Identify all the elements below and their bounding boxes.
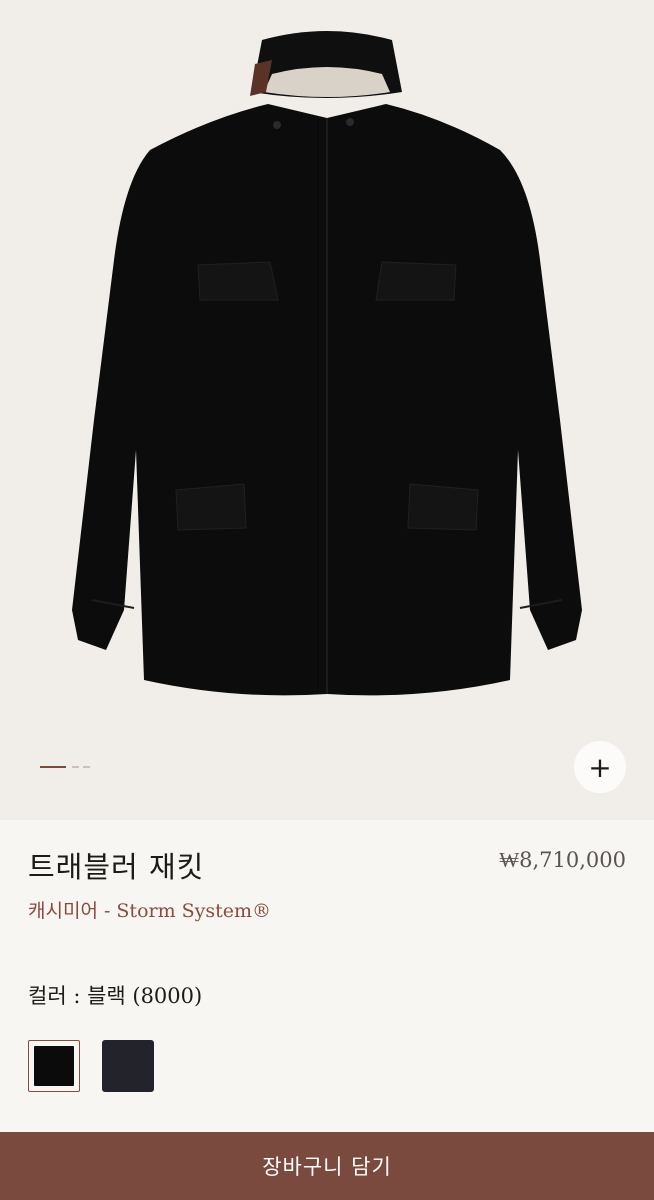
pager-dot[interactable] [72,766,79,768]
product-title: 트래블러 재킷 [28,850,205,884]
add-to-cart-button[interactable]: 장바구니 담기 [0,1132,654,1200]
swatch-chip-black [34,1046,74,1086]
swatch-chip-navy [102,1040,154,1092]
add-to-cart-label: 장바구니 담기 [262,1155,392,1179]
pager-dot[interactable] [83,766,90,768]
product-price: ₩8,710,000 [499,848,626,872]
swatch-navy[interactable] [102,1040,154,1092]
product-image[interactable] [0,0,654,820]
color-label: 컬러 : 블랙 (8000) [28,984,203,1008]
product-material: 캐시미어 - Storm System® [28,900,272,922]
image-pager[interactable] [28,760,108,774]
product-gallery[interactable]: + [0,0,654,820]
product-info: 트래블러 재킷 ₩8,710,000 캐시미어 - Storm System® … [0,820,654,1132]
pager-dot-active[interactable] [40,766,66,768]
plus-icon: + [588,750,612,784]
zoom-button[interactable]: + [574,741,626,793]
swatch-black[interactable] [28,1040,80,1092]
